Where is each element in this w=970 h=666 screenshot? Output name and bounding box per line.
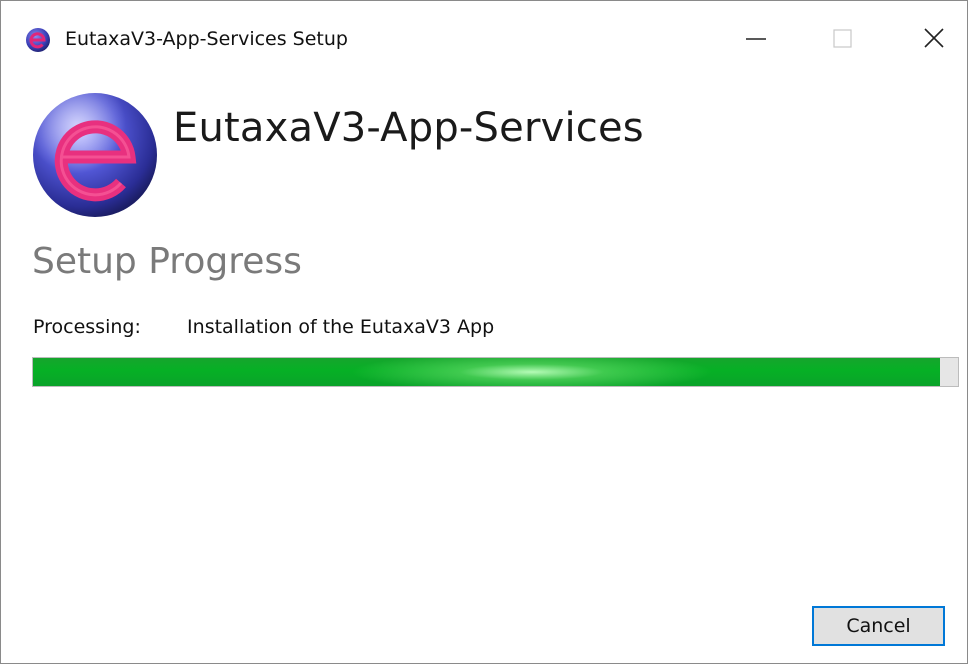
eutaxa-logo [31, 91, 161, 221]
progress-bar [32, 357, 959, 387]
window-title: EutaxaV3-App-Services Setup [65, 28, 348, 50]
status-label: Processing: [33, 316, 141, 338]
status-value: Installation of the EutaxaV3 App [187, 316, 495, 338]
eutaxa-logo-icon [25, 27, 51, 53]
close-button[interactable] [899, 19, 959, 59]
minimize-icon [746, 38, 766, 40]
minimize-button[interactable] [726, 19, 786, 59]
status-row: Processing: Installation of the EutaxaV3… [33, 316, 494, 338]
progress-bar-glow [33, 358, 940, 386]
progress-bar-fill [33, 358, 940, 386]
title-bar[interactable]: EutaxaV3-App-Services Setup [1, 1, 967, 79]
maximize-button[interactable] [813, 19, 873, 59]
page-title: Setup Progress [32, 241, 302, 282]
cancel-button[interactable]: Cancel [812, 606, 945, 646]
maximize-icon [833, 29, 852, 48]
close-icon [924, 28, 944, 48]
setup-window: EutaxaV3-App-Services Setup EutaxaV3-App… [0, 0, 968, 664]
app-name-heading: EutaxaV3-App-Services [173, 105, 644, 151]
